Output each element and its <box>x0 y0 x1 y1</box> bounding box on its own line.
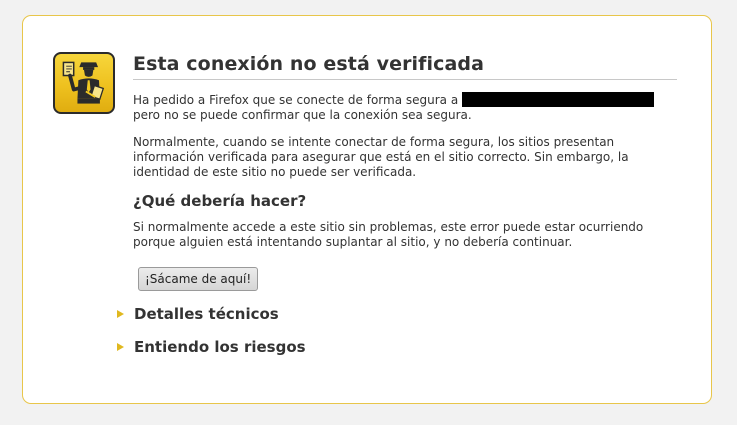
expand-arrow-icon <box>117 343 124 351</box>
intro-text-2: pero no se puede confirmar que la conexi… <box>133 108 472 122</box>
page: Esta conexión no está verificada Ha pedi… <box>0 0 737 425</box>
redacted-site-address <box>462 92 655 107</box>
technical-details-label: Detalles técnicos <box>134 305 279 323</box>
intro-paragraph: Ha pedido a Firefox que se conecte de fo… <box>133 92 677 123</box>
expand-arrow-icon <box>117 310 124 318</box>
error-card: Esta conexión no está verificada Ha pedi… <box>22 15 712 404</box>
what-should-i-do-text: Si normalmente accede a este sitio sin p… <box>133 220 644 249</box>
technical-details-expander[interactable]: Detalles técnicos <box>115 305 675 327</box>
understand-risks-label: Entiendo los riesgos <box>134 338 306 356</box>
error-content: Esta conexión no está verificada Ha pedi… <box>133 52 677 291</box>
security-officer-icon <box>53 52 115 114</box>
get-me-out-button[interactable]: ¡Sácame de aquí! <box>138 267 259 291</box>
understand-risks-expander[interactable]: Entiendo los riesgos <box>115 338 675 360</box>
page-title: Esta conexión no está verificada <box>133 52 677 80</box>
what-should-i-do-heading: ¿Qué debería hacer? <box>133 192 307 210</box>
explanation-paragraph: Normalmente, cuando se intente conectar … <box>133 135 629 179</box>
intro-text: Ha pedido a Firefox que se conecte de fo… <box>133 93 459 107</box>
